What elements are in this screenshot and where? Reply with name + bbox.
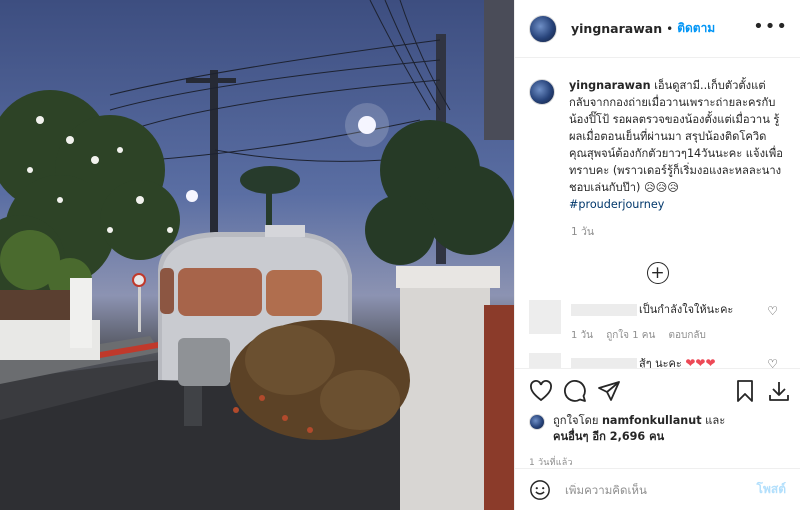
caption-username[interactable]: yingnarawan [569,79,651,92]
post-photo[interactable] [0,0,514,510]
add-comment-bar: โพสต์ [515,468,800,510]
heart-icon[interactable] [529,379,553,403]
comment-avatar[interactable] [529,300,561,334]
header-username[interactable]: yingnarawan [571,21,662,36]
comment-icon[interactable] [563,379,587,403]
comment-heart-icon[interactable]: ♡ [767,357,778,368]
bookmark-icon[interactable] [733,379,757,403]
caption-avatar[interactable] [529,79,555,105]
comment-item: สู้ๆ นะคะ ❤❤❤ ♡ [529,353,786,368]
share-icon[interactable] [597,379,621,403]
comment-input[interactable] [565,482,757,497]
action-bar [515,369,800,413]
likes-and: และ [705,414,726,427]
plus-circle-icon[interactable]: + [646,262,669,284]
comment-item: เป็นกำลังใจให้นะคะ 1 วัน ถูกใจ 1 คน ตอบก… [529,300,786,343]
liker-username[interactable]: namfonkullanut [602,414,702,427]
caption-text-block: yingnarawan เอ็นดูสามี..เก็บตัวตั้งแต่กล… [569,77,786,213]
header-separator: • [666,21,674,36]
caption-age: 1 วัน [571,226,595,238]
more-horizontal-icon[interactable]: ••• [753,18,788,36]
caption-text: เอ็นดูสามี..เก็บตัวตั้งแต่กลับจากกองถ่าย… [569,79,783,194]
post-actions: ถูกใจโดย namfonkullanut และ คนอื่นๆ อีก … [515,368,800,510]
instagram-post: yingnarawan • ติดตาม ••• yingnarawan เอ็… [0,0,800,510]
photo-airstream-trailer [0,0,514,510]
follow-button[interactable]: ติดตาม [677,19,715,38]
comment-heart-icon[interactable]: ♡ [767,304,778,318]
likes-summary: ถูกใจโดย namfonkullanut และ คนอื่นๆ อีก … [515,413,800,445]
emoji-icon[interactable] [529,479,551,501]
liker-avatar[interactable] [529,414,545,430]
hashtag-link[interactable]: #prouderjourney [569,196,786,213]
post-timestamp[interactable]: 1 วันที่แล้ว [515,445,800,469]
comment-text: สู้ๆ นะคะ [639,357,682,368]
comment-avatar[interactable] [529,353,561,368]
reply-button[interactable]: ตอบกลับ [668,330,705,341]
comment-text: เป็นกำลังใจให้นะคะ [639,303,734,316]
avatar[interactable] [529,14,557,43]
caption: yingnarawan เอ็นดูสามี..เก็บตัวตั้งแต่กล… [529,77,786,213]
blurred-username [571,358,637,368]
comment-age: 1 วัน [571,330,593,341]
post-sidebar: yingnarawan • ติดตาม ••• yingnarawan เอ็… [514,0,800,510]
likes-others[interactable]: คนอื่นๆ อีก 2,696 คน [553,430,664,443]
blurred-username [571,304,637,316]
comment-hearts: ❤❤❤ [685,356,716,368]
download-icon[interactable] [767,379,791,403]
caption-emojis: 😥😥😥 [643,181,679,194]
likes-prefix: ถูกใจโดย [553,414,599,427]
comment-likes[interactable]: ถูกใจ 1 คน [606,330,655,341]
post-comment-button[interactable]: โพสต์ [757,480,786,499]
comments-panel[interactable]: yingnarawan เอ็นดูสามี..เก็บตัวตั้งแต่กล… [515,59,800,368]
post-header: yingnarawan • ติดตาม ••• [515,0,800,58]
